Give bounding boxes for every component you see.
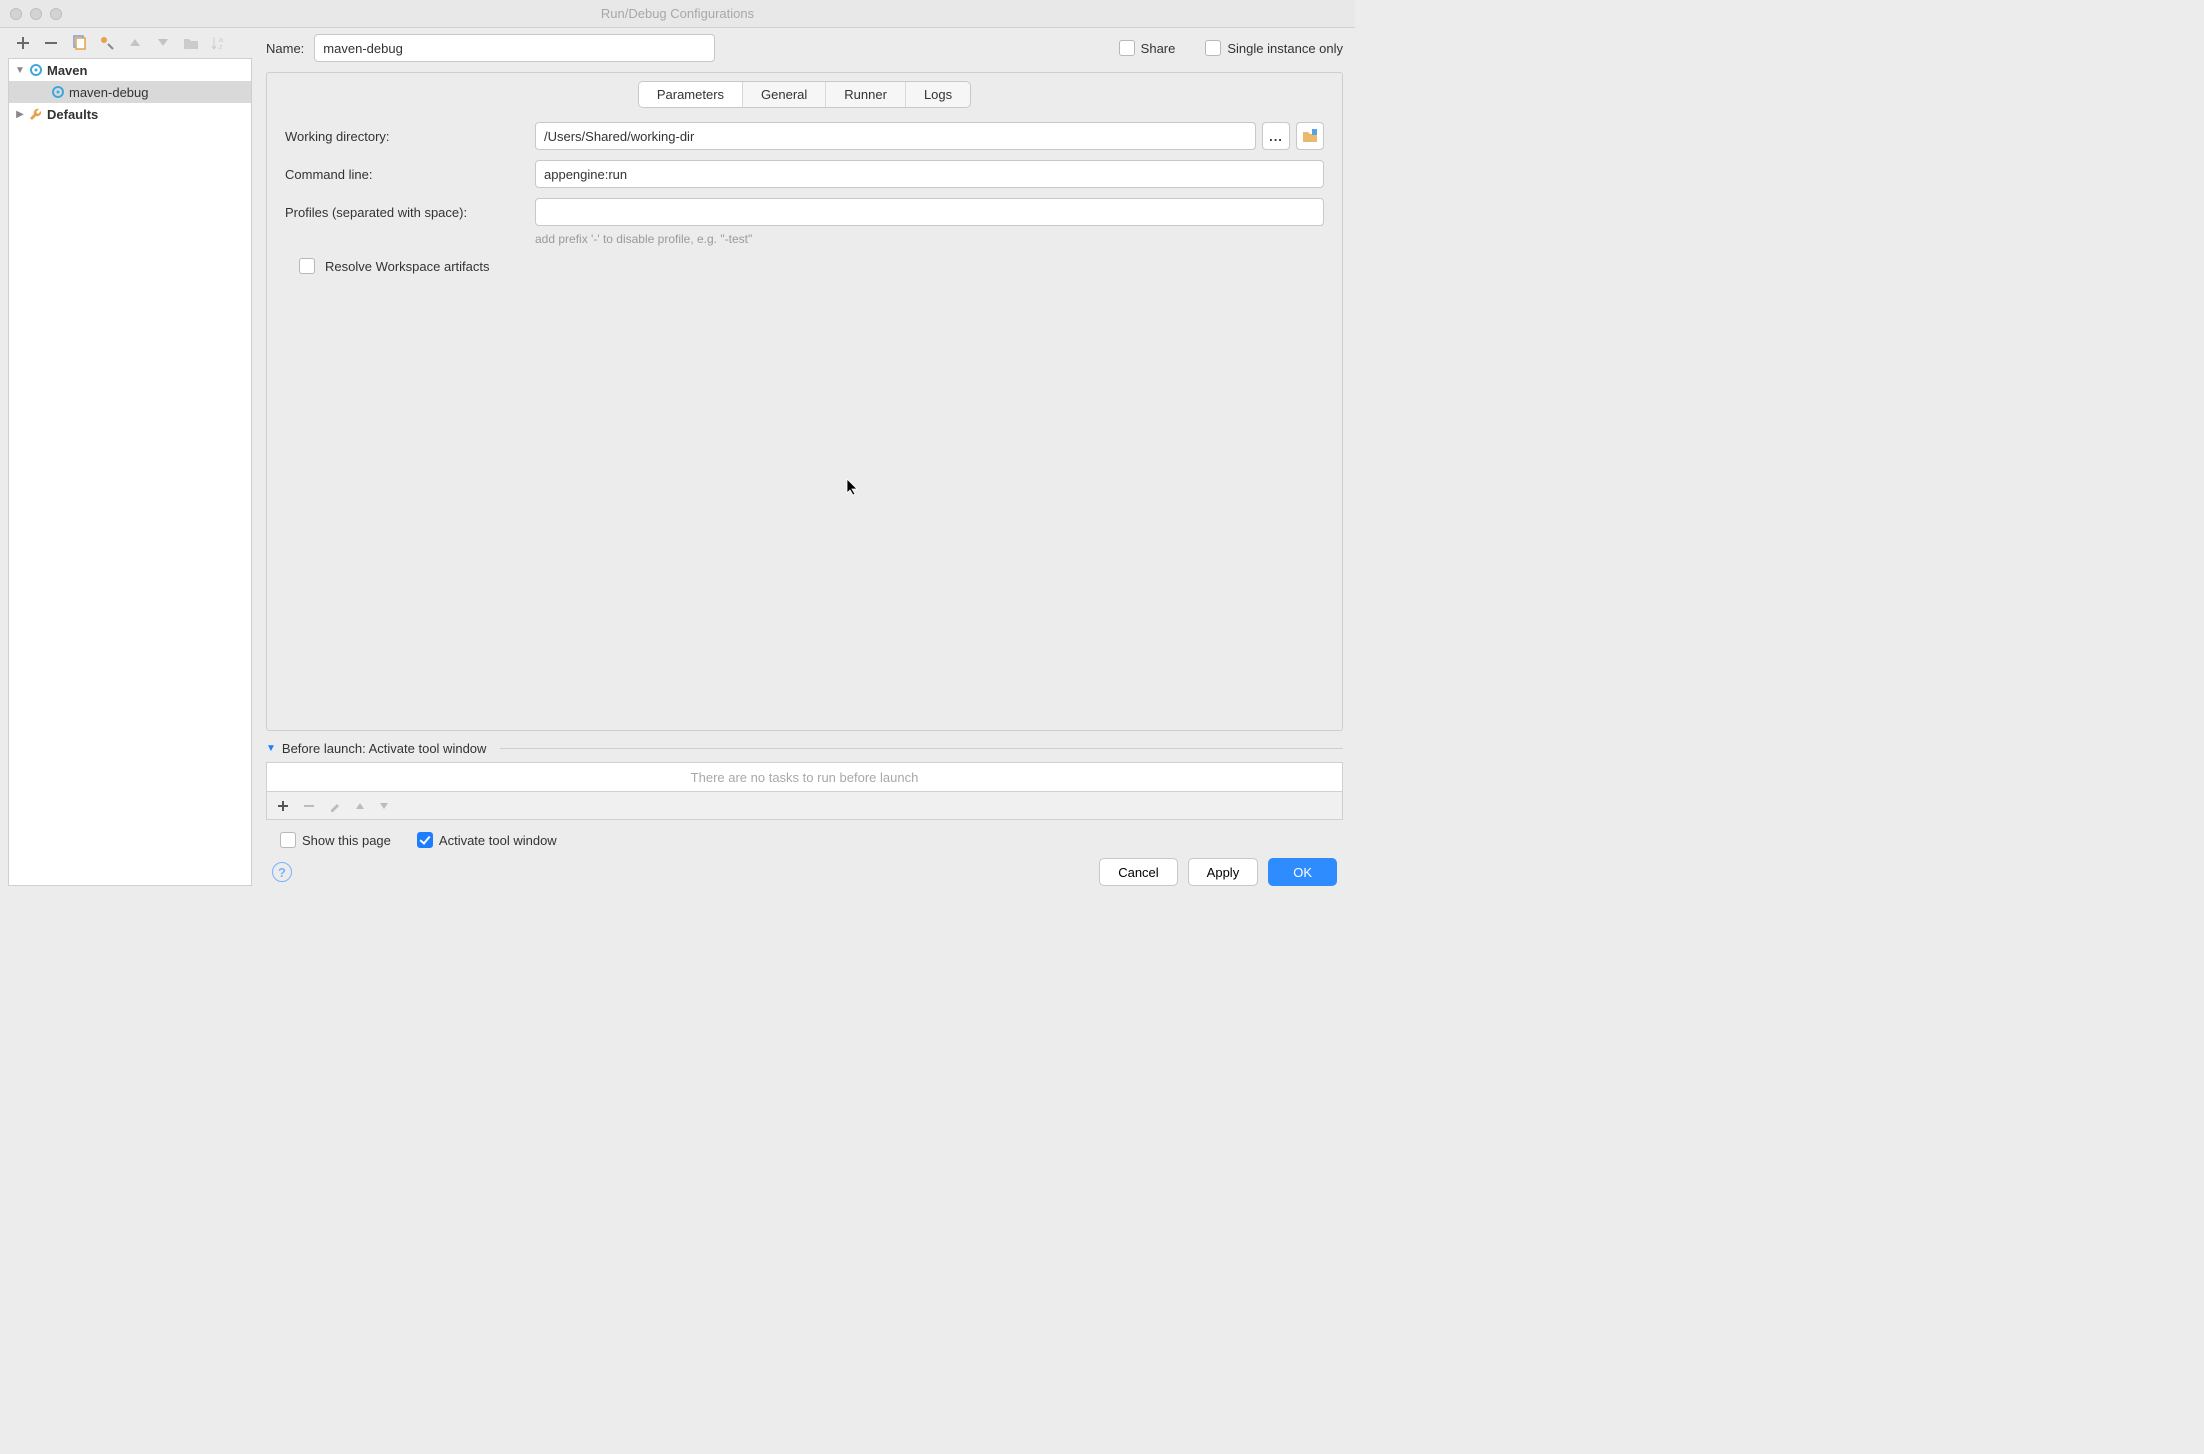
maven-gear-icon bbox=[49, 84, 67, 100]
share-checkbox[interactable]: Share bbox=[1119, 40, 1176, 56]
minus-icon bbox=[44, 36, 58, 50]
show-page-label: Show this page bbox=[302, 833, 391, 848]
save-template-button[interactable] bbox=[98, 34, 116, 52]
triangle-down-icon bbox=[157, 38, 169, 48]
show-page-checkbox[interactable]: Show this page bbox=[280, 832, 391, 848]
activate-tool-checkbox[interactable]: Activate tool window bbox=[417, 832, 557, 848]
expand-caret-icon[interactable]: ▼ bbox=[13, 65, 27, 76]
tab-parameters[interactable]: Parameters bbox=[639, 82, 743, 107]
right-pane: Name: Share Single instance only Paramet… bbox=[260, 28, 1355, 894]
expand-caret-icon[interactable]: ▶ bbox=[13, 109, 27, 120]
remove-config-button[interactable] bbox=[42, 34, 60, 52]
ok-button[interactable]: OK bbox=[1268, 858, 1337, 886]
minus-icon bbox=[303, 800, 315, 812]
edit-task-button[interactable] bbox=[329, 800, 341, 812]
add-config-button[interactable] bbox=[14, 34, 32, 52]
activate-tool-label: Activate tool window bbox=[439, 833, 557, 848]
browse-button[interactable]: ... bbox=[1262, 122, 1290, 150]
config-tree[interactable]: ▼ Maven maven-debug ▶ Defaults bbox=[8, 58, 252, 886]
cancel-button[interactable]: Cancel bbox=[1099, 858, 1177, 886]
left-pane: az ▼ Maven maven-debug ▶ bbox=[0, 28, 260, 894]
working-dir-input[interactable] bbox=[535, 122, 1256, 150]
checkbox-icon bbox=[1205, 40, 1221, 56]
checkbox-icon bbox=[280, 832, 296, 848]
resolve-workspace-label: Resolve Workspace artifacts bbox=[325, 259, 490, 274]
maven-gear-icon bbox=[27, 62, 45, 78]
apply-button[interactable]: Apply bbox=[1188, 858, 1259, 886]
folder-button[interactable] bbox=[182, 34, 200, 52]
window-title: Run/Debug Configurations bbox=[0, 6, 1355, 21]
checkbox-icon bbox=[1119, 40, 1135, 56]
command-line-input[interactable] bbox=[535, 160, 1324, 188]
triangle-down-icon bbox=[379, 802, 389, 810]
insert-path-button[interactable] bbox=[1296, 122, 1324, 150]
single-instance-checkbox[interactable]: Single instance only bbox=[1205, 40, 1343, 56]
before-launch-toolbar bbox=[266, 792, 1343, 820]
tree-label: Defaults bbox=[47, 107, 98, 122]
checkbox-icon bbox=[299, 258, 315, 274]
command-line-label: Command line: bbox=[285, 167, 535, 182]
remove-task-button[interactable] bbox=[303, 800, 315, 812]
tab-bar: Parameters General Runner Logs bbox=[267, 73, 1342, 108]
empty-tasks-text: There are no tasks to run before launch bbox=[691, 770, 919, 785]
profiles-input[interactable] bbox=[535, 198, 1324, 226]
profiles-hint: add prefix '-' to disable profile, e.g. … bbox=[535, 232, 1324, 246]
working-dir-label: Working directory: bbox=[285, 129, 535, 144]
ellipsis-icon: ... bbox=[1269, 129, 1283, 144]
titlebar: Run/Debug Configurations bbox=[0, 0, 1355, 28]
copy-config-button[interactable] bbox=[70, 34, 88, 52]
plus-icon bbox=[16, 36, 30, 50]
wrench-gear-icon bbox=[99, 35, 115, 51]
folder-icon bbox=[183, 36, 199, 50]
before-launch-list[interactable]: There are no tasks to run before launch bbox=[266, 762, 1343, 792]
parameters-form: Working directory: ... Command line: bbox=[267, 108, 1342, 282]
move-down-button[interactable] bbox=[154, 34, 172, 52]
single-instance-label: Single instance only bbox=[1227, 41, 1343, 56]
move-up-button[interactable] bbox=[126, 34, 144, 52]
tree-item-maven[interactable]: ▼ Maven bbox=[9, 59, 251, 81]
svg-text:a: a bbox=[219, 37, 223, 44]
pencil-icon bbox=[329, 800, 341, 812]
tree-item-defaults[interactable]: ▶ Defaults bbox=[9, 103, 251, 125]
tab-general[interactable]: General bbox=[743, 82, 826, 107]
section-caret-icon[interactable]: ▼ bbox=[266, 743, 276, 754]
tree-label: Maven bbox=[47, 63, 87, 78]
folder-insert-icon bbox=[1302, 129, 1318, 143]
config-toolbar: az bbox=[8, 34, 260, 58]
help-button[interactable]: ? bbox=[272, 862, 292, 882]
triangle-up-icon bbox=[129, 38, 141, 48]
triangle-up-icon bbox=[355, 802, 365, 810]
move-task-up-button[interactable] bbox=[355, 802, 365, 810]
tree-label: maven-debug bbox=[69, 85, 149, 100]
copy-icon bbox=[71, 35, 87, 51]
share-label: Share bbox=[1141, 41, 1176, 56]
name-label: Name: bbox=[266, 41, 304, 56]
move-task-down-button[interactable] bbox=[379, 802, 389, 810]
tab-logs[interactable]: Logs bbox=[906, 82, 970, 107]
before-launch-section: ▼ Before launch: Activate tool window Th… bbox=[266, 741, 1343, 848]
svg-text:z: z bbox=[219, 44, 223, 50]
profiles-label: Profiles (separated with space): bbox=[285, 205, 535, 220]
tab-runner[interactable]: Runner bbox=[826, 82, 906, 107]
add-task-button[interactable] bbox=[277, 800, 289, 812]
name-input[interactable] bbox=[314, 34, 715, 62]
plus-icon bbox=[277, 800, 289, 812]
tree-item-maven-debug[interactable]: maven-debug bbox=[9, 81, 251, 103]
checkbox-checked-icon bbox=[417, 832, 433, 848]
before-launch-header: Before launch: Activate tool window bbox=[282, 741, 487, 756]
config-panel: Parameters General Runner Logs Working d… bbox=[266, 72, 1343, 731]
sort-az-icon: az bbox=[211, 36, 227, 50]
dialog-footer: ? Cancel Apply OK bbox=[266, 848, 1343, 886]
wrench-icon bbox=[27, 106, 45, 122]
sort-button[interactable]: az bbox=[210, 34, 228, 52]
resolve-workspace-checkbox[interactable]: Resolve Workspace artifacts bbox=[299, 258, 1324, 274]
